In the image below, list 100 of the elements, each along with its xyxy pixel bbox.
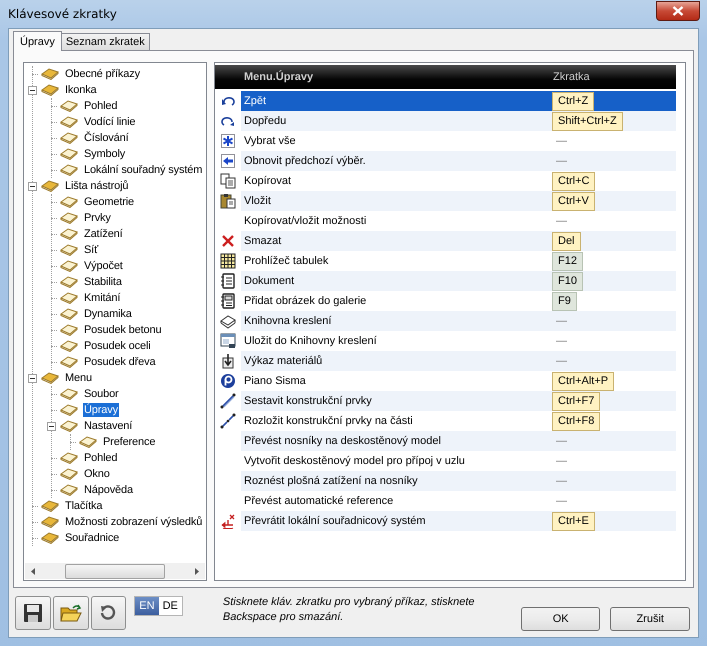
tree-item[interactable]: Zatížení [83, 227, 124, 241]
table-icon [220, 253, 236, 269]
tree-item[interactable]: Dynamika [83, 307, 133, 321]
tree-item[interactable]: Číslování [83, 131, 130, 145]
tree-item[interactable]: Souřadnice [64, 531, 120, 545]
ok-button[interactable]: OK [520, 606, 600, 630]
tree-item[interactable]: Nápověda [83, 483, 134, 497]
split-beam-icon [220, 413, 236, 429]
tab[interactable]: Seznam zkratek [60, 33, 150, 50]
command-name[interactable]: Převést nosníky na deskostěnový model [241, 431, 552, 451]
empty-shortcut: — [555, 315, 567, 327]
horizontal-scrollbar[interactable] [25, 563, 205, 579]
tree-item[interactable]: Lokální souřadný systém [83, 163, 204, 177]
close-button[interactable] [656, 0, 700, 20]
command-name[interactable]: Zpět [241, 91, 552, 111]
tree-item[interactable]: Pohled [83, 99, 118, 113]
command-name[interactable]: Kopírovat [241, 171, 552, 191]
tree-item[interactable]: Lišta nástrojů [64, 179, 130, 193]
folder-icon [60, 244, 78, 256]
command-name[interactable]: Piano Sisma [241, 371, 552, 391]
command-name[interactable]: Roznést plošná zatížení na nosníky [241, 471, 552, 491]
folder-icon [60, 260, 78, 272]
window-title: Klávesové zkratky [8, 7, 117, 21]
command-name[interactable]: Kopírovat/vložit možnosti [241, 211, 552, 231]
command-name[interactable]: Vložit [241, 191, 552, 211]
command-name[interactable]: Převrátit lokální souřadnicový systém [241, 511, 552, 531]
shortcut-key: Ctrl+E [552, 512, 595, 530]
tree-item[interactable]: Ikonka [64, 83, 98, 97]
command-name[interactable]: Vytvořit deskostěnový model pro přípoj v uzlu [241, 451, 552, 471]
command-name[interactable]: Smazat [241, 231, 552, 251]
folder-icon [41, 68, 59, 80]
scroll-left-icon[interactable] [30, 568, 36, 574]
tree-item[interactable]: Vodící linie [83, 115, 136, 129]
command-name[interactable]: Výkaz materiálů [241, 351, 552, 371]
folder-icon [41, 532, 59, 544]
collapse-toggle[interactable] [47, 422, 56, 430]
collapse-toggle[interactable] [28, 86, 37, 94]
empty-shortcut: — [555, 495, 567, 507]
command-name[interactable]: Prohlížeč tabulek [241, 251, 552, 271]
tree-item[interactable]: Kmitání [83, 291, 122, 305]
tree-item[interactable]: Tlačítka [64, 499, 104, 513]
command-name[interactable]: Dopředu [241, 111, 552, 131]
shortcut-key: Ctrl+F8 [552, 412, 600, 430]
tree-item[interactable]: Posudek oceli [83, 339, 152, 353]
collapse-toggle[interactable] [28, 182, 37, 190]
tree-item[interactable]: Nastavení [83, 419, 134, 433]
command-name[interactable]: Uložit do Knihovny kreslení [241, 331, 552, 351]
shortcut-key: Ctrl+F7 [552, 392, 600, 410]
tree-item[interactable]: Menu [64, 371, 93, 385]
cancel-button[interactable]: Zrušit [610, 606, 690, 630]
folder-icon [41, 180, 59, 192]
select-all-icon [220, 133, 236, 149]
tree-item[interactable]: Prvky [83, 211, 112, 225]
shortcut-key: F9 [552, 292, 577, 310]
folder-icon [60, 228, 78, 240]
command-name[interactable]: Knihovna kreslení [241, 311, 552, 331]
tree-item[interactable]: Symboly [83, 147, 126, 161]
tree-item[interactable]: Úpravy [83, 403, 119, 417]
language-option[interactable]: EN [135, 596, 159, 614]
tree-item[interactable]: Možnosti zobrazení výsledků [64, 515, 204, 529]
command-name[interactable]: Přidat obrázek do galerie [241, 291, 552, 311]
reset-button[interactable] [90, 596, 126, 630]
tree-item[interactable]: Posudek dřeva [83, 355, 156, 369]
folder-icon [60, 292, 78, 304]
empty-shortcut: — [555, 135, 567, 147]
tree-item[interactable]: Pohled [83, 451, 118, 465]
tree-item[interactable]: Okno [83, 467, 111, 481]
folder-icon [60, 356, 78, 368]
shortcut-key: Shift+Ctrl+Z [552, 112, 623, 130]
save-button[interactable] [15, 596, 51, 630]
open-button[interactable] [52, 596, 89, 630]
folder-icon [60, 100, 78, 112]
command-name[interactable]: Rozložit konstrukční prvky na části [241, 411, 552, 431]
scroll-right-icon[interactable] [194, 568, 200, 574]
tree-item[interactable]: Posudek betonu [83, 323, 162, 337]
command-name[interactable]: Dokument [241, 271, 552, 291]
empty-shortcut: — [555, 155, 567, 167]
tree-item[interactable]: Stabilita [83, 275, 123, 289]
p-circle-icon [220, 373, 236, 389]
tree-item[interactable]: Výpočet [83, 259, 124, 273]
command-name[interactable]: Vybrat vše [241, 131, 552, 151]
column-header: Zkratka [552, 71, 590, 83]
tree-item[interactable]: Preference [102, 435, 156, 449]
empty-shortcut: — [555, 455, 567, 467]
shortcut-key: Ctrl+Z [552, 92, 594, 110]
tree-item[interactable]: Geometrie [83, 195, 136, 209]
folder-icon [60, 324, 78, 336]
folder-icon [60, 484, 78, 496]
command-name[interactable]: Převést automatické reference [241, 491, 552, 511]
collapse-toggle[interactable] [28, 374, 37, 382]
folder-icon [60, 452, 78, 464]
scroll-thumb[interactable] [65, 564, 165, 578]
folder-icon [60, 212, 78, 224]
command-name[interactable]: Sestavit konstrukční prvky [241, 391, 552, 411]
tree-item[interactable]: Soubor [83, 387, 120, 401]
folder-icon [60, 196, 78, 208]
tree-item[interactable]: Obecné příkazy [64, 67, 141, 81]
command-name[interactable]: Obnovit předchozí výběr. [241, 151, 552, 171]
tab[interactable]: Úpravy [13, 31, 62, 51]
tree-item[interactable]: Síť [83, 243, 100, 257]
